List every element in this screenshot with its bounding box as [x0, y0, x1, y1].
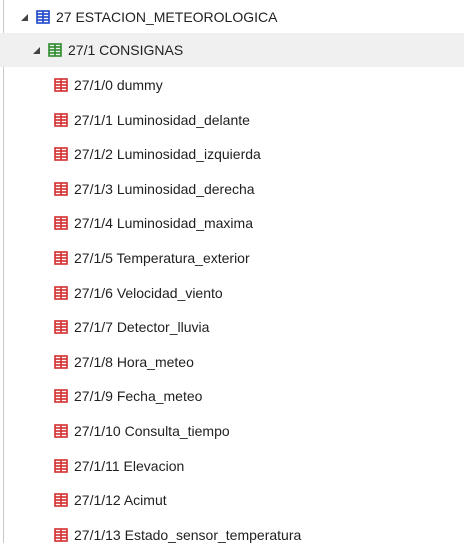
- tree-item-label: 27/1/6 Velocidad_viento: [74, 284, 223, 301]
- tree-item-group-address[interactable]: 27/1/11 Elevacion: [0, 449, 464, 483]
- group-address-icon: [54, 527, 68, 542]
- tree-node-label: 27 ESTACION_METEOROLOGICA: [56, 9, 278, 25]
- tree-item-group-address[interactable]: 27/1/12 Acimut: [0, 483, 464, 517]
- middle-group-icon: [48, 43, 62, 57]
- tree-item-group-address[interactable]: 27/1/7 Detector_lluvia: [0, 310, 464, 344]
- tree-item-group-address[interactable]: 27/1/9 Fecha_meteo: [0, 379, 464, 413]
- group-address-icon: [54, 320, 68, 334]
- group-address-icon: [54, 147, 68, 161]
- tree-item-group-address[interactable]: 27/1/3 Luminosidad_derecha: [0, 172, 464, 206]
- tree-item-group-address[interactable]: 27/1/2 Luminosidad_izquierda: [0, 137, 464, 171]
- expanded-triangle-icon[interactable]: [30, 44, 42, 56]
- tree-item-label: 27/1/9 Fecha_meteo: [74, 388, 203, 405]
- group-address-icon: [54, 389, 68, 404]
- tree-item-group-address[interactable]: 27/1/10 Consulta_tiempo: [0, 414, 464, 448]
- expanded-triangle-icon[interactable]: [18, 11, 30, 23]
- tree-item-group-address[interactable]: 27/1/6 Velocidad_viento: [0, 276, 464, 310]
- tree-item-label: 27/1/10 Consulta_tiempo: [74, 423, 230, 439]
- group-address-icon: [54, 424, 68, 438]
- tree-item-label: 27/1/7 Detector_lluvia: [74, 319, 210, 336]
- group-address-icon: [54, 181, 68, 196]
- tree-item-group-address[interactable]: 27/1/13 Estado_sensor_temperatura: [0, 518, 464, 543]
- group-address-icon: [54, 493, 68, 507]
- tree-item-label: 27/1/2 Luminosidad_izquierda: [74, 146, 261, 163]
- tree-node-label: 27/1 CONSIGNAS: [68, 42, 184, 58]
- tree-item-label: 27/1/11 Elevacion: [74, 457, 185, 474]
- tree-item-group-address[interactable]: 27/1/4 Luminosidad_maxima: [0, 206, 464, 240]
- tree-item-group-address[interactable]: 27/1/0 dummy: [0, 68, 464, 102]
- group-address-icon: [54, 78, 68, 92]
- group-address-icon: [54, 112, 68, 127]
- tree-item-group-address[interactable]: 27/1/8 Hora_meteo: [0, 345, 464, 379]
- tree-node-estacion-meteorologica[interactable]: 27 ESTACION_METEOROLOGICA: [0, 0, 464, 34]
- tree-item-group-address[interactable]: 27/1/5 Temperatura_exterior: [0, 241, 464, 275]
- group-address-icon: [54, 251, 68, 265]
- tree-item-label: 27/1/13 Estado_sensor_temperatura: [74, 526, 302, 543]
- tree-item-label: 27/1/5 Temperatura_exterior: [74, 250, 250, 266]
- group-address-icon: [54, 458, 68, 473]
- tree-item-group-address[interactable]: 27/1/1 Luminosidad_delante: [0, 103, 464, 137]
- group-address-icon: [54, 216, 68, 231]
- tree-node-consignas[interactable]: 27/1 CONSIGNAS: [0, 33, 464, 67]
- tree-item-label: 27/1/12 Acimut: [74, 492, 167, 509]
- tree-item-label: 27/1/1 Luminosidad_delante: [74, 111, 250, 128]
- group-address-icon: [54, 285, 68, 300]
- tree-item-label: 27/1/4 Luminosidad_maxima: [74, 215, 253, 232]
- group-address-tree: 27 ESTACION_METEOROLOGICA 27/1 CONSIGNAS…: [0, 0, 464, 543]
- tree-item-label: 27/1/8 Hora_meteo: [74, 353, 194, 370]
- group-address-icon: [54, 354, 68, 369]
- tree-item-label: 27/1/0 dummy: [74, 77, 163, 93]
- tree-item-label: 27/1/3 Luminosidad_derecha: [74, 180, 255, 197]
- group-address-range-icon: [36, 10, 50, 24]
